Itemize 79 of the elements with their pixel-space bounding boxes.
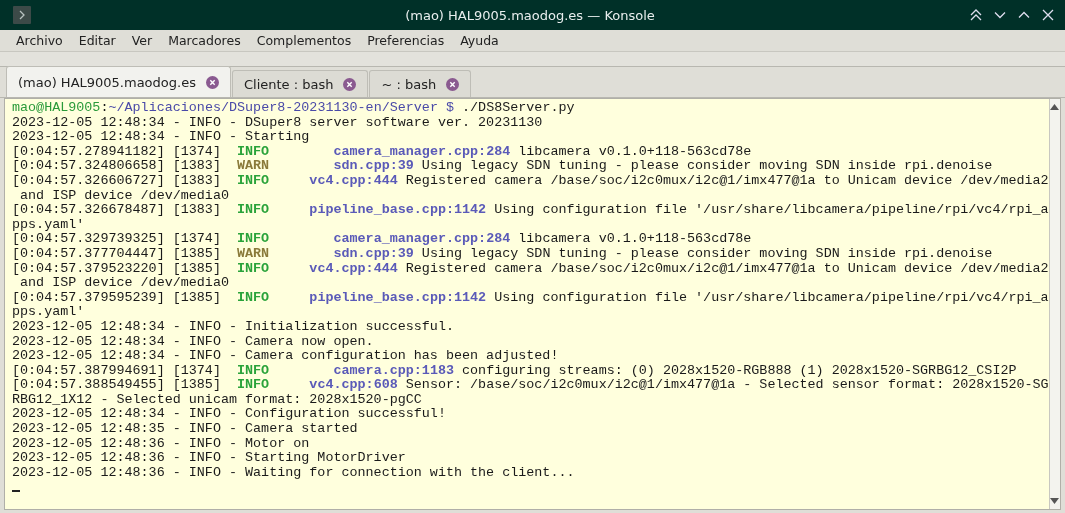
log-text: 2023-12-05 12:48:34 - INFO - Initialization successful. <box>12 318 454 334</box>
log-text: Registered camera /base/soc/i2c0mux/i2c@1/imx477@1a to Unicam device /dev/media2 <box>404 260 1049 276</box>
log-text: Using legacy SDN tuning - please consider moving SDN inside rpi.denoise <box>420 245 993 261</box>
close-tab-icon[interactable] <box>343 77 357 91</box>
log-level: INFO <box>237 231 270 247</box>
source-location: sdn.cpp:39 <box>333 245 414 261</box>
menu-item[interactable]: Preferencias <box>359 33 453 48</box>
source-location: camera_manager.cpp:284 <box>333 143 511 159</box>
source-location: camera_manager.cpp:284 <box>333 231 511 247</box>
log-text: libcamera v0.1.0+118-563cd78e <box>517 143 752 159</box>
log-text: Using configuration file '/usr/share/libcamera/pipeline/rpi/vc4/rpi_a <box>493 202 1049 218</box>
menu-item[interactable]: Archivo <box>8 33 71 48</box>
log-text: 2023-12-05 12:48:34 - INFO - DSuper8 server software ver. 20231130 <box>12 114 543 130</box>
log-text: 2023-12-05 12:48:35 - INFO - Camera started <box>12 421 358 437</box>
log-level: INFO <box>237 260 270 276</box>
log-text: and ISP device /dev/media0 <box>19 275 229 291</box>
log-level: WARN <box>237 158 270 174</box>
terminal-icon <box>13 6 31 24</box>
log-text: 2023-12-05 12:48:36 - INFO - Motor on <box>12 435 310 451</box>
log-text: [0:04:57.387994691] [1374] <box>12 362 222 378</box>
log-text: [0:04:57.377704447] [1385] <box>12 245 222 261</box>
tab[interactable]: Cliente : bash <box>231 70 369 97</box>
log-text: Registered camera /base/soc/i2c0mux/i2c@1/imx477@1a to Unicam device /dev/media2 <box>404 172 1049 188</box>
log-text: [0:04:57.278941182] [1374] <box>12 143 222 159</box>
log-text: 2023-12-05 12:48:34 - INFO - Camera now open. <box>12 333 374 349</box>
log-text: 2023-12-05 12:48:34 - INFO - Configuration successful! <box>12 406 446 422</box>
source-location: pipeline_base.cpp:1142 <box>309 202 487 218</box>
scrollbar[interactable] <box>1048 99 1060 509</box>
menu-item[interactable]: Complementos <box>248 33 360 48</box>
menu-item[interactable]: Ver <box>123 33 161 48</box>
close-icon[interactable] <box>1041 8 1055 22</box>
log-level: INFO <box>237 377 270 393</box>
log-text: configuring streams: (0) 2028x1520-RGB888 (1) 2028x1520-SGRBG12_CSI2P <box>461 362 1017 378</box>
log-text: [0:04:57.379595239] [1385] <box>12 289 222 305</box>
log-level: INFO <box>237 202 270 218</box>
log-level: INFO <box>237 289 270 305</box>
log-text: ./DS8Server.py <box>461 100 575 115</box>
menu-item[interactable]: Editar <box>70 33 124 48</box>
source-location: pipeline_base.cpp:1142 <box>309 289 487 305</box>
window-title: (mao) HAL9005.maodog.es — Konsole <box>404 7 656 23</box>
log-level: INFO <box>237 362 270 378</box>
close-tab-icon[interactable] <box>205 75 219 89</box>
log-text: pps.yaml' <box>12 216 85 232</box>
scroll-up-icon[interactable] <box>1050 104 1060 110</box>
log-text: [0:04:57.326606727] [1383] <box>12 172 222 188</box>
log-text: 2023-12-05 12:48:34 - INFO - Camera configuration has been adjusted! <box>12 348 559 364</box>
close-tab-icon[interactable] <box>446 77 460 91</box>
log-text: and ISP device /dev/media0 <box>19 187 229 203</box>
log-text: [0:04:57.388549455] [1385] <box>12 377 222 393</box>
log-text: Using legacy SDN tuning - please consider moving SDN inside rpi.denoise <box>420 158 993 174</box>
tab[interactable]: ~ : bash <box>369 70 472 97</box>
menu-item[interactable]: Ayuda <box>452 33 507 48</box>
source-location: vc4.cpp:444 <box>309 260 398 276</box>
prompt-user: mao@HAL9005 <box>12 100 101 115</box>
log-text: : <box>100 100 109 115</box>
prompt-path: ~/Aplicaciones/DSuper8-20231130-en/Server $ <box>108 100 454 115</box>
log-level: INFO <box>237 172 270 188</box>
keep-above-icon[interactable] <box>969 8 983 22</box>
log-text: [0:04:57.326678487] [1383] <box>12 202 222 218</box>
scroll-down-icon[interactable] <box>1050 498 1060 504</box>
log-text: pps.yaml' <box>12 304 85 320</box>
tab[interactable]: (mao) HAL9005.maodog.es <box>6 66 231 97</box>
log-text: [0:04:57.379523220] [1385] <box>12 260 222 276</box>
log-text: Using configuration file '/usr/share/libcamera/pipeline/rpi/vc4/rpi_a <box>493 289 1049 305</box>
log-text: 2023-12-05 12:48:34 - INFO - Starting <box>12 129 310 145</box>
menu-item[interactable]: Marcadores <box>160 33 249 48</box>
source-location: camera.cpp:1183 <box>333 362 454 378</box>
log-text: [0:04:57.324806658] [1383] <box>12 158 222 174</box>
log-text: 2023-12-05 12:48:36 - INFO - Starting MotorDriver <box>12 450 406 466</box>
log-text: libcamera v0.1.0+118-563cd78e <box>517 231 752 247</box>
source-location: sdn.cpp:39 <box>333 158 414 174</box>
source-location: vc4.cpp:444 <box>309 172 398 188</box>
log-text: Sensor: /base/soc/i2c0mux/i2c@1/imx477@1a - Selected sensor format: 2028x1520-SG <box>404 377 1049 393</box>
log-level: WARN <box>237 245 270 261</box>
log-level: INFO <box>237 143 270 159</box>
log-text: 2023-12-05 12:48:36 - INFO - Waiting for connection with the client... <box>12 464 575 480</box>
log-text: [0:04:57.329739325] [1374] <box>12 231 222 247</box>
source-location: vc4.cpp:608 <box>309 377 398 393</box>
log-text: RBG12_1X12 - Selected unicam format: 2028x1520-pgCC <box>12 391 422 407</box>
